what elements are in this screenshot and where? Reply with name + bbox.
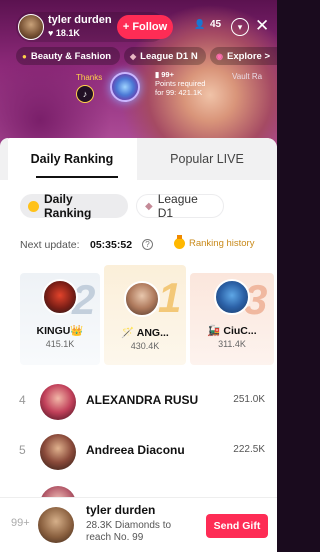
category-chip-row: ● Beauty & Fashion ◆ League D1 N ◉ Explo… [0, 47, 277, 65]
podium: 2 KINGU👑 415.1K 1 🪄 ANG... 430.4K 3 🚂 Ci… [0, 265, 277, 368]
sun-icon [28, 200, 39, 212]
live-stream-background: tyler durden ♥ 18.1K + Follow 👤 45 ▾ ✕ ●… [0, 0, 277, 150]
podium-card-rank-2[interactable]: 2 KINGU👑 415.1K [20, 273, 100, 365]
star-icon: ● [22, 51, 27, 61]
active-tab-underline [36, 176, 118, 178]
next-update-time: 05:35:52 [90, 239, 133, 251]
chip-league[interactable]: ◆ League D1 N [124, 47, 206, 65]
viewer-count[interactable]: 👤 45 [194, 19, 221, 30]
rank-number: 5 [19, 443, 26, 457]
main-tabs: Daily Ranking Popular LIVE [0, 138, 277, 180]
my-rank-name: tyler durden [86, 503, 156, 517]
subtab-label: League D1 [157, 192, 198, 220]
viewer-count-value: 45 [210, 19, 222, 30]
top-bar: tyler durden ♥ 18.1K + Follow 👤 45 ▾ ✕ [0, 12, 277, 42]
close-button[interactable]: ✕ [255, 16, 269, 36]
my-rank-number: 99+ [11, 517, 30, 529]
podium-name: KINGU👑 [36, 325, 84, 337]
rank-score: 251.0K [233, 394, 265, 405]
my-rank-subtitle: 28.3K Diamonds to reach No. 99 [86, 520, 172, 543]
chip-label: League D1 N [140, 50, 198, 62]
sub-tabs: Daily Ranking ◆ League D1 [0, 192, 277, 220]
host-likes: ♥ 18.1K [48, 28, 80, 38]
avatar[interactable] [40, 434, 76, 470]
podium-name: 🚂 CiuC... [207, 325, 257, 337]
diamond-icon: ◆ [130, 51, 137, 61]
host-avatar[interactable] [18, 14, 44, 40]
rank-name: ALEXANDRA RUSU [86, 393, 199, 407]
podium-card-rank-3[interactable]: 3 🚂 CiuC... 311.4K [190, 273, 274, 365]
chip-explore[interactable]: ◉ Explore > [210, 47, 277, 65]
collapse-chevron-button[interactable]: ▾ [231, 18, 249, 36]
podium-score: 430.4K [130, 341, 160, 351]
vault-label: Vault Ra [232, 72, 263, 81]
podium-name: 🪄 ANG... [121, 327, 169, 339]
tab-daily-ranking[interactable]: Daily Ranking [8, 138, 136, 180]
tab-popular-live[interactable]: Popular LIVE [137, 138, 277, 180]
send-gift-button[interactable]: Send Gift [206, 514, 268, 538]
avatar[interactable] [40, 384, 76, 420]
ranking-history-label: Ranking history [189, 238, 255, 249]
subtab-league-d1[interactable]: ◆ League D1 [136, 192, 224, 220]
rank-number: 4 [19, 393, 26, 407]
follow-button[interactable]: + Follow [117, 15, 173, 39]
host-likes-count: 18.1K [55, 28, 80, 38]
podium-score: 311.4K [218, 339, 246, 349]
chip-beauty-fashion[interactable]: ● Beauty & Fashion [16, 47, 120, 65]
avatar[interactable] [38, 507, 74, 543]
subtab-label: Daily Ranking [44, 192, 92, 220]
level-value: 99+ [161, 70, 174, 79]
avatar[interactable] [42, 279, 78, 315]
chip-label: Beauty & Fashion [30, 50, 112, 62]
avatar[interactable] [124, 281, 160, 317]
subtab-daily-ranking[interactable]: Daily Ranking [20, 192, 128, 220]
podium-score: 415.1K [45, 339, 75, 349]
points-required-text: Points required for 99: 421.1K [155, 79, 206, 97]
next-update-row: Next update: 05:35:52 ? Ranking history [20, 235, 270, 254]
medal-icon [174, 235, 185, 249]
ranking-history-link[interactable]: Ranking history [174, 235, 255, 249]
heart-icon: ♥ [48, 28, 54, 38]
my-rank-bar: 99+ tyler durden 28.3K Diamonds to reach… [0, 497, 277, 552]
close-icon: ✕ [255, 16, 270, 35]
rank-name: Andreea Diaconu [86, 443, 185, 457]
chevron-down-icon: ▾ [237, 21, 243, 32]
signal-icon: ▮ [155, 70, 160, 79]
promo-label: Thanks [76, 73, 103, 82]
ranking-row[interactable]: 4 ALEXANDRA RUSU 251.0K [0, 380, 277, 424]
ranking-row[interactable]: 5 Andreea Diaconu 222.5K [0, 430, 277, 474]
podium-rank-number: 1 [158, 274, 182, 321]
podium-card-rank-1[interactable]: 1 🪄 ANG... 430.4K [104, 265, 186, 365]
gift-orb-icon[interactable] [110, 72, 140, 102]
rank-score: 222.5K [233, 444, 265, 455]
help-icon[interactable]: ? [142, 239, 153, 250]
level-progress-box[interactable]: ▮ 99+ Points required for 99: 421.1K [155, 70, 209, 102]
tab-left-spacer [0, 138, 8, 180]
people-icon: 👤 [194, 19, 206, 29]
next-update-label: Next update: [20, 239, 80, 251]
diamond-icon: ◆ [145, 200, 153, 212]
avatar[interactable] [214, 279, 250, 315]
chip-label: Explore > [226, 50, 271, 62]
ranking-sheet: Daily Ranking Popular LIVE Daily Ranking… [0, 138, 277, 552]
host-name: tyler durden [48, 14, 112, 26]
compass-icon: ◉ [216, 51, 223, 61]
music-icon: ♪ [76, 85, 94, 103]
